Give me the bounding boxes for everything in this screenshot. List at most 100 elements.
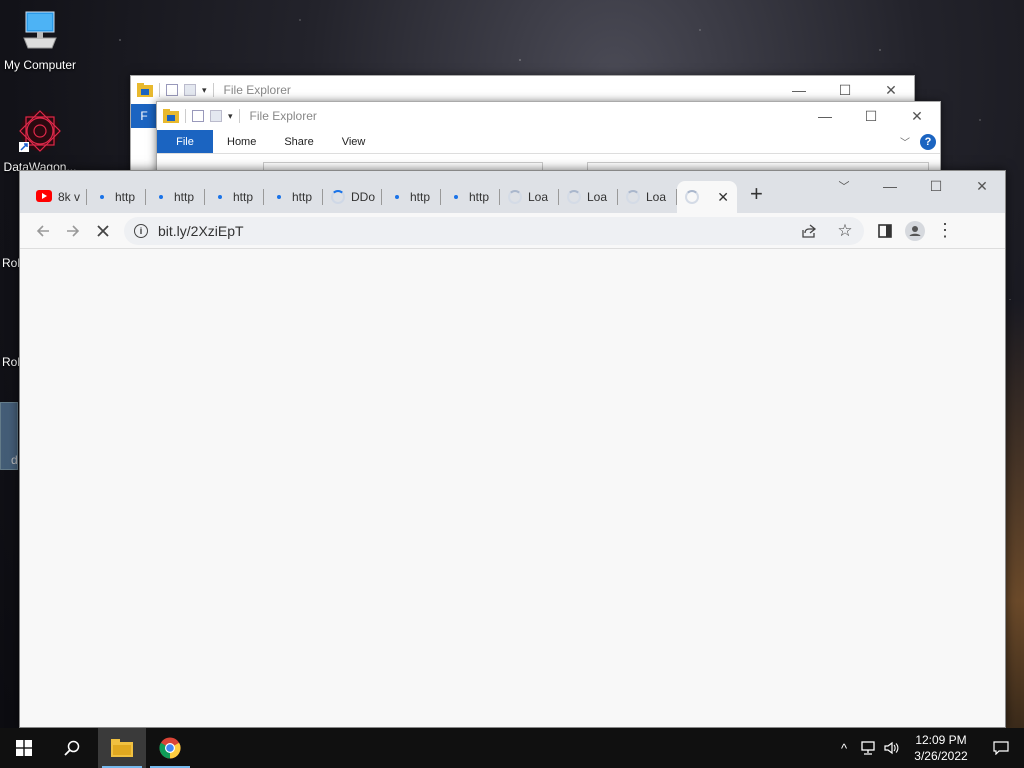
browser-tab[interactable]: Loa bbox=[500, 181, 559, 213]
taskbar-chrome[interactable] bbox=[146, 728, 194, 768]
page-content[interactable] bbox=[20, 249, 1005, 727]
loading-spinner-icon bbox=[567, 190, 581, 204]
browser-tab[interactable]: http bbox=[441, 181, 500, 213]
loading-indicator-icon bbox=[277, 195, 281, 199]
browser-tab[interactable]: 8k v bbox=[28, 181, 87, 213]
title-bar[interactable]: ▾ File Explorer — ☐ ✕ bbox=[157, 102, 940, 130]
tab-close-button[interactable]: ✕ bbox=[717, 189, 729, 206]
network-icon[interactable] bbox=[856, 741, 880, 755]
clock-date: 3/26/2022 bbox=[914, 749, 968, 763]
desktop-icon-datawagon[interactable]: DataWagon... bbox=[0, 108, 80, 174]
stop-loading-button[interactable] bbox=[88, 216, 118, 246]
notification-icon[interactable] bbox=[978, 741, 1024, 755]
desktop-icon-partial-label: d bbox=[11, 453, 18, 467]
close-button[interactable]: ✕ bbox=[894, 102, 940, 130]
browser-tab[interactable]: http bbox=[146, 181, 205, 213]
datawagon-icon bbox=[0, 108, 80, 157]
clock-time: 12:09 PM bbox=[915, 733, 967, 747]
tab-title: http bbox=[115, 190, 136, 204]
desktop-icon-selected[interactable]: d bbox=[0, 402, 18, 470]
folder-icon bbox=[137, 83, 153, 97]
maximize-button[interactable]: ☐ bbox=[913, 171, 959, 201]
expand-ribbon-icon[interactable]: ﹀ bbox=[900, 134, 910, 149]
browser-tab[interactable]: http bbox=[205, 181, 264, 213]
bookmark-star-icon[interactable]: ☆ bbox=[830, 216, 860, 246]
minimize-button[interactable]: — bbox=[776, 76, 822, 104]
arrow-left-icon bbox=[36, 224, 49, 237]
properties-icon[interactable] bbox=[192, 110, 204, 122]
taskbar-file-explorer[interactable] bbox=[98, 728, 146, 768]
tab-title: Loa bbox=[587, 190, 608, 204]
arrow-right-icon bbox=[67, 224, 80, 237]
taskbar: ^ 12:09 PM 3/26/2022 bbox=[0, 728, 1024, 768]
ribbon-tabs: File Home Share View ﹀ ? bbox=[157, 130, 940, 154]
search-button[interactable] bbox=[48, 728, 96, 768]
url-text[interactable]: bit.ly/2XziEpT bbox=[158, 223, 244, 239]
side-panel-icon[interactable] bbox=[870, 216, 900, 246]
address-bar[interactable]: i bit.ly/2XziEpT ☆ bbox=[124, 216, 864, 246]
tab-file-label: F bbox=[140, 109, 148, 123]
forward-button[interactable] bbox=[58, 216, 88, 246]
windows-logo-icon bbox=[16, 740, 32, 756]
tab-search-button[interactable]: ﹀ bbox=[821, 171, 867, 201]
profile-avatar-icon[interactable] bbox=[900, 216, 930, 246]
maximize-button[interactable]: ☐ bbox=[822, 76, 868, 104]
tab-share[interactable]: Share bbox=[270, 130, 327, 153]
back-button[interactable] bbox=[28, 216, 58, 246]
new-folder-icon[interactable] bbox=[210, 110, 222, 122]
folder-icon bbox=[163, 109, 179, 123]
tab-strip: 8k v http http http http DDo http http Loa Loa Loa… bbox=[20, 171, 1005, 213]
chrome-window[interactable]: 8k v http http http http DDo http http Loa Loa Loa… bbox=[19, 170, 1006, 728]
close-button[interactable]: ✕ bbox=[868, 76, 914, 104]
tab-title: Loa bbox=[528, 190, 549, 204]
info-icon[interactable]: i bbox=[134, 223, 148, 238]
separator bbox=[212, 83, 214, 97]
tab-title: http bbox=[292, 190, 313, 204]
new-folder-icon[interactable] bbox=[184, 84, 196, 96]
help-icon[interactable]: ? bbox=[920, 133, 936, 150]
browser-tab-active[interactable]: ✕ bbox=[677, 181, 737, 213]
computer-icon bbox=[0, 10, 80, 55]
browser-tab[interactable]: Loa bbox=[618, 181, 677, 213]
close-icon bbox=[97, 224, 109, 237]
browser-tab[interactable]: http bbox=[382, 181, 441, 213]
minimize-button[interactable]: — bbox=[802, 102, 848, 130]
browser-tab[interactable]: Loa bbox=[559, 181, 618, 213]
loading-indicator-icon bbox=[100, 195, 104, 199]
tab-view[interactable]: View bbox=[328, 130, 380, 153]
loading-spinner-icon bbox=[626, 190, 640, 204]
tab-title: http bbox=[174, 190, 195, 204]
properties-icon[interactable] bbox=[166, 84, 178, 96]
loading-spinner-icon bbox=[331, 190, 345, 204]
tab-list: 8k v http http http http DDo http http Loa Loa Loa… bbox=[28, 181, 737, 213]
menu-kebab-icon[interactable]: ⋮ bbox=[930, 216, 960, 246]
share-icon[interactable] bbox=[794, 216, 824, 246]
folder-icon bbox=[111, 739, 133, 757]
clock[interactable]: 12:09 PM 3/26/2022 bbox=[904, 732, 978, 764]
browser-tab[interactable]: http bbox=[264, 181, 323, 213]
volume-icon[interactable] bbox=[880, 741, 904, 755]
tab-file[interactable]: F bbox=[131, 104, 157, 128]
loading-spinner-icon bbox=[508, 190, 522, 204]
customize-qat-icon[interactable]: ▾ bbox=[202, 85, 207, 96]
chevron-up-icon[interactable]: ^ bbox=[832, 741, 856, 756]
title-bar[interactable]: ▾ File Explorer — ☐ ✕ bbox=[131, 76, 914, 104]
tab-home[interactable]: Home bbox=[213, 130, 270, 153]
close-button[interactable]: ✕ bbox=[959, 171, 1005, 201]
new-tab-button[interactable]: + bbox=[750, 183, 763, 205]
tab-title: Loa bbox=[646, 190, 667, 204]
customize-qat-icon[interactable]: ▾ bbox=[228, 111, 233, 122]
desktop-icon-my-computer[interactable]: My Computer bbox=[0, 10, 80, 72]
window-title: File Explorer bbox=[249, 109, 317, 123]
browser-tab[interactable]: DDo bbox=[323, 181, 382, 213]
chrome-icon bbox=[159, 737, 181, 759]
maximize-button[interactable]: ☐ bbox=[848, 102, 894, 130]
loading-indicator-icon bbox=[454, 195, 458, 199]
tab-title: http bbox=[233, 190, 254, 204]
start-button[interactable] bbox=[0, 728, 48, 768]
system-tray: ^ 12:09 PM 3/26/2022 bbox=[832, 728, 1024, 768]
minimize-button[interactable]: — bbox=[867, 171, 913, 201]
browser-tab[interactable]: http bbox=[87, 181, 146, 213]
tab-file[interactable]: File bbox=[157, 130, 213, 153]
window-title: File Explorer bbox=[223, 83, 291, 97]
